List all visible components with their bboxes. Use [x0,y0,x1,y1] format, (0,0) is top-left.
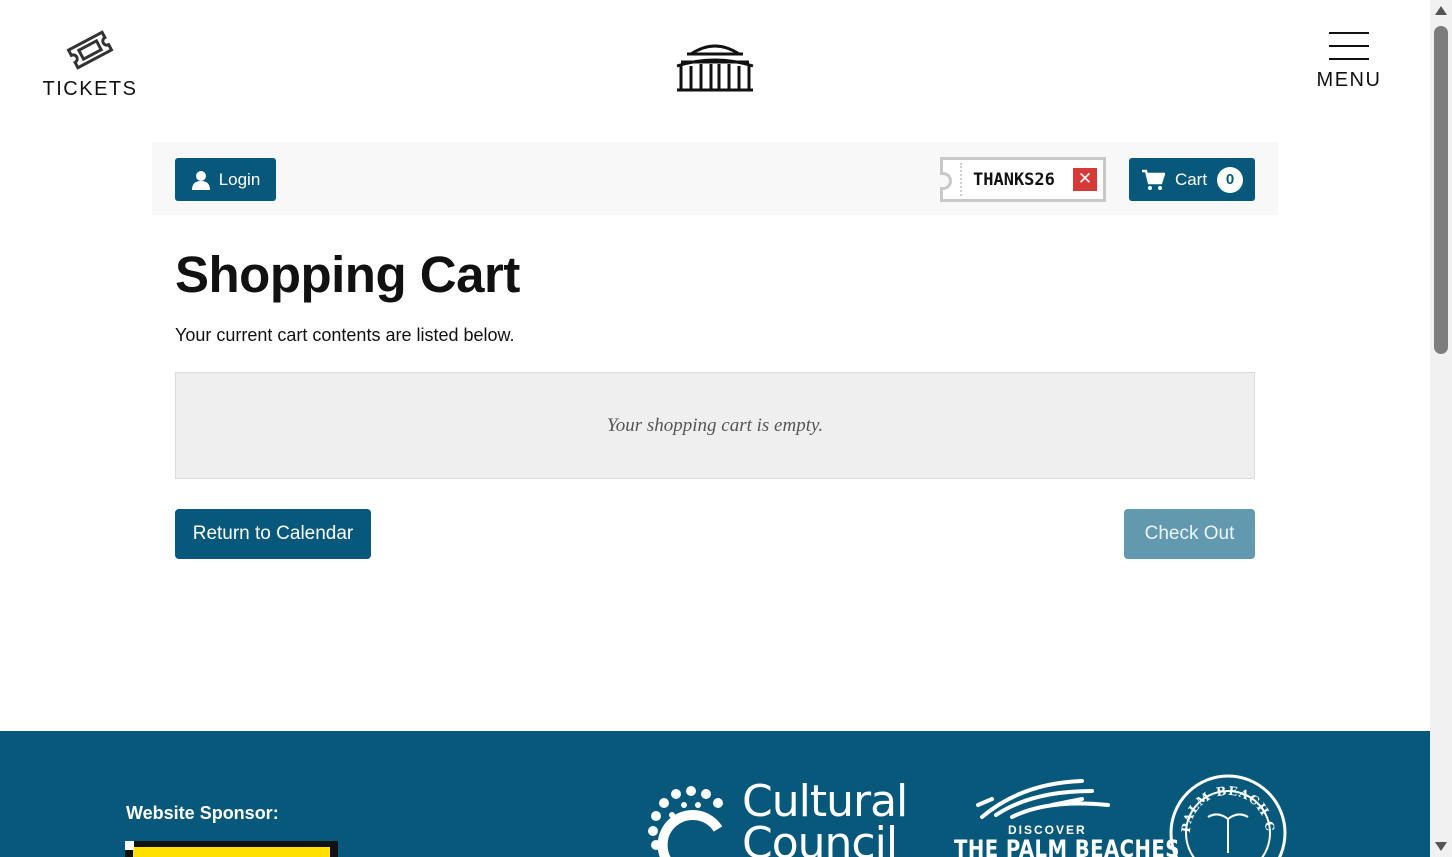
tickets-link[interactable]: TICKETS [40,28,140,101]
tickets-label: TICKETS [42,78,138,100]
cultural-council-logo-icon[interactable] [648,783,734,857]
scroll-thumb[interactable] [1434,26,1448,354]
sponsor-logo[interactable] [125,841,338,857]
promo-code-text: THANKS26 [973,170,1055,190]
scroll-up-arrow-icon[interactable] [1435,6,1447,15]
cultural-council-text: Cultural Council [742,776,908,857]
login-label: Login [218,169,261,189]
cart-button[interactable]: Cart 0 [1129,158,1255,201]
ticket-icon [66,30,114,70]
sponsor-label: Website Sponsor: [126,803,279,823]
shopping-cart-icon [1141,169,1165,190]
menu-link[interactable]: MENU [1308,32,1390,92]
cart-count-badge: 0 [1217,166,1244,193]
hamburger-icon [1329,32,1369,60]
seal-text: PALM BEACH COUNTY [1168,773,1276,833]
page-title: Shopping Cart [175,246,520,303]
site-footer: Website Sponsor: Cultural Council DISCOV… [0,731,1430,857]
return-to-calendar-button[interactable]: Return to Calendar [175,509,371,559]
palm-beaches-wave-icon [976,779,1110,819]
svg-text:PALM BEACH COUNTY: PALM BEACH COUNTY [1168,773,1277,833]
cart-label: Cart [1174,169,1208,189]
login-button[interactable]: Login [175,158,276,201]
empty-cart-message: Your shopping cart is empty. [606,414,824,436]
empty-cart-panel: Your shopping cart is empty. [175,372,1255,479]
pavilion-logo-icon[interactable] [673,40,757,94]
cart-toolbar: Login THANKS26 ✕ Cart 0 [152,142,1278,215]
checkout-button[interactable]: Check Out [1124,509,1255,559]
vertical-scrollbar[interactable] [1430,0,1452,857]
promo-remove-close-icon[interactable]: ✕ [1073,168,1097,191]
palm-beach-county-seal-icon[interactable]: PALM BEACH COUNTY [1168,773,1288,857]
promo-code-ticket: THANKS26 ✕ [940,157,1106,202]
palm-beaches-text: THE PALM BEACHES [954,835,1180,857]
scroll-down-arrow-icon[interactable] [1435,842,1447,851]
cart-intro-text: Your current cart contents are listed be… [175,325,515,345]
menu-label: MENU [1316,69,1382,91]
site-header: TICKETS MENU [0,0,1430,140]
user-icon [191,170,210,190]
